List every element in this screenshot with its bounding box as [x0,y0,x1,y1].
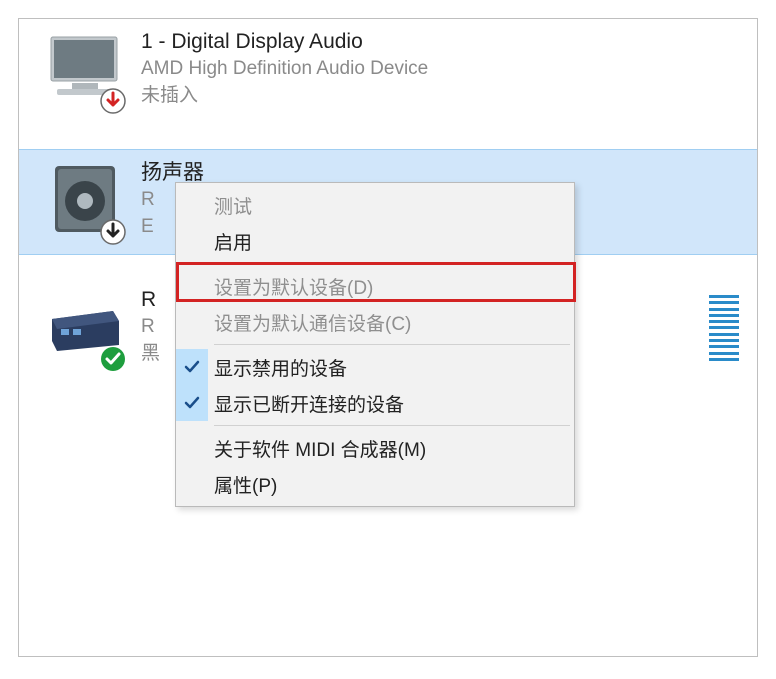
device-title: R [141,285,160,314]
level-meter [709,295,739,361]
speaker-icon [47,162,123,240]
down-arrow-badge-icon [99,218,127,246]
device-row[interactable]: 1 - Digital Display Audio AMD High Defin… [19,19,757,125]
checkmark-badge-icon [99,345,127,373]
menu-separator [214,344,570,345]
digital-output-icon [47,289,123,367]
menu-item-label: 显示禁用的设备 [214,354,347,381]
menu-item-enable[interactable]: 启用 [176,223,574,259]
menu-item-about-midi[interactable]: 关于软件 MIDI 合成器(M) [176,430,574,466]
menu-item-label: 显示已断开连接的设备 [214,390,404,417]
monitor-icon [47,31,123,109]
menu-item-label: 设置为默认通信设备(C) [214,309,411,336]
menu-item-label: 属性(P) [214,471,277,498]
device-subtitle: R [141,314,160,341]
menu-item-show-disabled[interactable]: 显示禁用的设备 [176,349,574,385]
menu-item-set-default-comm[interactable]: 设置为默认通信设备(C) [176,304,574,340]
menu-item-label: 测试 [214,192,252,219]
menu-item-properties[interactable]: 属性(P) [176,466,574,502]
menu-item-set-default[interactable]: 设置为默认设备(D) [176,268,574,304]
checkmark-icon [176,349,208,385]
device-status: 黑 [141,341,160,368]
menu-separator [214,263,570,264]
context-menu: 测试 启用 设置为默认设备(D) 设置为默认通信设备(C) 显示禁用的设备 显示… [175,182,575,507]
down-arrow-badge-icon [99,87,127,115]
menu-item-show-disconnected[interactable]: 显示已断开连接的设备 [176,385,574,421]
menu-item-label: 启用 [214,228,252,255]
device-title: 1 - Digital Display Audio [141,27,428,56]
menu-item-label: 设置为默认设备(D) [214,273,373,300]
device-subtitle: AMD High Definition Audio Device [141,56,428,83]
checkmark-icon [176,385,208,421]
menu-separator [214,425,570,426]
menu-item-test[interactable]: 测试 [176,187,574,223]
menu-item-label: 关于软件 MIDI 合成器(M) [214,435,426,462]
device-status: 未插入 [141,83,428,110]
